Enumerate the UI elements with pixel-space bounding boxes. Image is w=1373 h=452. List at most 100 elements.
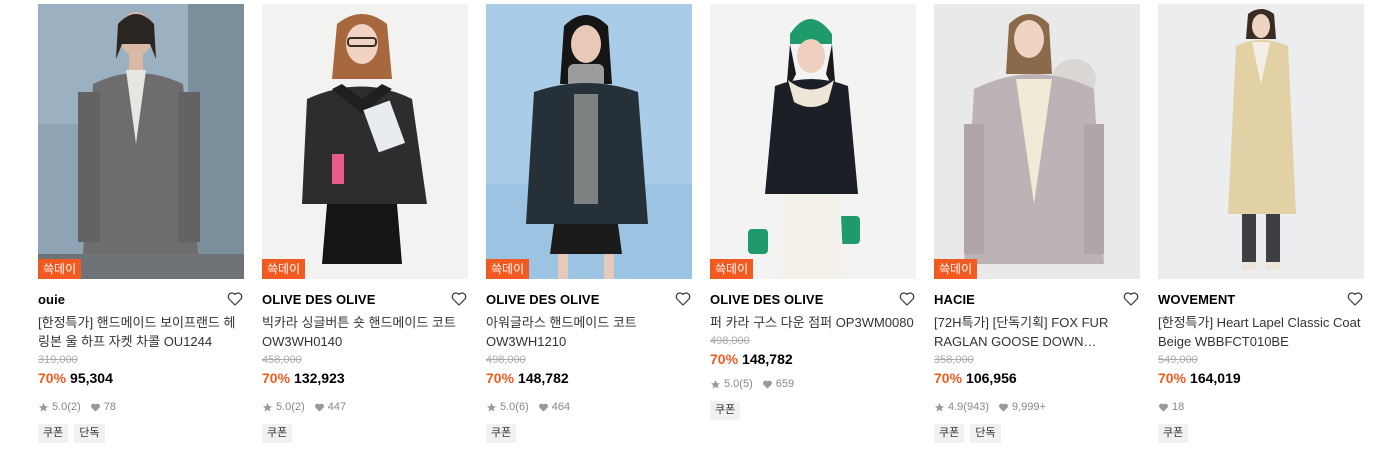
discount-rate: 70% (486, 370, 515, 386)
product-card[interactable]: 쓱데이 ouie [한정특가] 핸드메이드 보이프랜드 헤링본 울 하프 자켓 … (38, 4, 244, 443)
sale-price: 164,019 (1190, 370, 1241, 386)
product-image[interactable]: 쓱데이 (38, 4, 244, 279)
sale-price: 106,956 (966, 370, 1017, 386)
product-card[interactable]: WOVEMENT [한정특가] Heart Lapel Classic Coat… (1158, 4, 1364, 443)
tag-coupon: 쿠폰 (934, 424, 965, 443)
heart-filled-icon (538, 403, 548, 412)
like-group: 447 (314, 401, 346, 413)
product-image[interactable]: 쓱데이 (486, 4, 692, 279)
product-title[interactable]: 빅카라 싱글버튼 숏 핸드메이드 코트 OW3WH0140 (262, 313, 468, 351)
product-meta: 18 (1158, 400, 1364, 414)
rating-value: 4.9 (948, 401, 964, 413)
brand-name[interactable]: ouie (38, 292, 65, 307)
original-price: 458,000 (262, 354, 302, 366)
discount-rate: 70% (934, 370, 963, 386)
original-price: 498,000 (710, 335, 750, 347)
heart-outline-icon[interactable] (898, 290, 916, 308)
star-icon (262, 402, 273, 412)
heart-outline-icon[interactable] (1346, 290, 1364, 308)
heart-filled-icon (90, 403, 100, 412)
tag-list: 쿠폰 (486, 424, 692, 443)
brand-name[interactable]: OLIVE DES OLIVE (710, 292, 823, 307)
rating-value: 5.0 (724, 378, 740, 390)
rating-value: 5.0 (500, 401, 516, 413)
event-badge: 쓱데이 (486, 259, 530, 279)
rating-group: 4.9 (943) (934, 401, 989, 413)
product-card[interactable]: 쓱데이 OLIVE DES OLIVE 아워글라스 핸드메이드 코트 OW3WH… (486, 4, 692, 443)
heart-outline-icon[interactable] (226, 290, 244, 308)
tag-exclusive: 단독 (970, 424, 1001, 443)
product-image[interactable] (1158, 4, 1364, 279)
review-count: (6) (515, 401, 529, 413)
brand-name[interactable]: WOVEMENT (1158, 292, 1235, 307)
like-group: 78 (90, 401, 116, 413)
like-count: 447 (327, 401, 347, 413)
heart-filled-icon (762, 380, 772, 389)
review-count: (2) (291, 401, 305, 413)
brand-name[interactable]: OLIVE DES OLIVE (262, 292, 375, 307)
like-count: 659 (775, 378, 795, 390)
like-count: 464 (551, 401, 571, 413)
product-meta: 5.0 (2) 78 (38, 400, 244, 414)
product-title[interactable]: 아워글라스 핸드메이드 코트 OW3WH1210 (486, 313, 692, 351)
rating-group: 5.0 (2) (262, 401, 305, 413)
product-image[interactable]: 쓱데이 (934, 4, 1140, 279)
heart-filled-icon (1159, 403, 1168, 412)
price-row: 70% 164,019 (1158, 370, 1364, 387)
like-group: 464 (538, 401, 570, 413)
tag-coupon: 쿠폰 (262, 424, 293, 443)
sale-price: 148,782 (518, 370, 569, 386)
price-row: 70% 95,304 (38, 370, 244, 387)
price-row: 70% 148,782 (710, 351, 916, 368)
rating-group: 5.0 (6) (486, 401, 529, 413)
review-count: (943) (963, 401, 989, 413)
tag-list: 쿠폰 (1158, 424, 1364, 443)
heart-outline-icon[interactable] (1122, 290, 1140, 308)
heart-outline-icon[interactable] (450, 290, 468, 308)
product-card[interactable]: 쓱데이 OLIVE DES OLIVE 빅카라 싱글버튼 숏 핸드메이드 코트 … (262, 4, 468, 443)
price-row: 70% 132,923 (262, 370, 468, 387)
product-title[interactable]: 퍼 카라 구스 다운 점퍼 OP3WM0080 (710, 313, 916, 332)
tag-exclusive: 단독 (74, 424, 105, 443)
product-title[interactable]: [한정특가] Heart Lapel Classic Coat Beige WB… (1158, 313, 1364, 351)
rating-group: 5.0 (5) (710, 378, 753, 390)
original-price: 498,000 (486, 354, 526, 366)
heart-outline-icon[interactable] (674, 290, 692, 308)
like-count: 18 (1172, 401, 1185, 413)
original-price: 549,000 (1158, 354, 1198, 366)
discount-rate: 70% (1158, 370, 1187, 386)
price-row: 70% 106,956 (934, 370, 1140, 387)
price-row: 70% 148,782 (486, 370, 692, 387)
product-card[interactable]: 쓱데이 OLIVE DES OLIVE 퍼 카라 구스 다운 점퍼 OP3WM0… (710, 4, 916, 443)
star-icon (710, 379, 721, 389)
tag-coupon: 쿠폰 (38, 424, 69, 443)
product-image[interactable]: 쓱데이 (262, 4, 468, 279)
product-meta: 5.0 (6) 464 (486, 400, 692, 414)
tag-list: 쿠폰 (710, 401, 916, 420)
event-badge: 쓱데이 (38, 259, 82, 279)
original-price: 319,000 (38, 354, 78, 366)
tag-coupon: 쿠폰 (1158, 424, 1189, 443)
product-grid: 쓱데이 ouie [한정특가] 핸드메이드 보이프랜드 헤링본 울 하프 자켓 … (38, 4, 1364, 443)
product-meta: 4.9 (943) 9,999+ (934, 400, 1140, 414)
star-icon (934, 402, 945, 412)
original-price: 358,000 (934, 354, 974, 366)
tag-list: 쿠폰 (262, 424, 468, 443)
heart-filled-icon (999, 403, 1008, 412)
brand-name[interactable]: HACIE (934, 292, 975, 307)
like-count: 9,999+ (1011, 401, 1046, 413)
like-count: 78 (103, 401, 116, 413)
rating-value: 5.0 (276, 401, 292, 413)
event-badge: 쓱데이 (262, 259, 306, 279)
discount-rate: 70% (38, 370, 67, 386)
product-meta: 5.0 (5) 659 (710, 377, 916, 391)
sale-price: 95,304 (70, 370, 113, 386)
tag-coupon: 쿠폰 (486, 424, 517, 443)
product-card[interactable]: 쓱데이 HACIE [72H특가] [단독기획] FOX FUR RAGLAN … (934, 4, 1140, 443)
product-meta: 5.0 (2) 447 (262, 400, 468, 414)
product-image[interactable]: 쓱데이 (710, 4, 916, 279)
product-title[interactable]: [한정특가] 핸드메이드 보이프랜드 헤링본 울 하프 자켓 차콜 OU1244 (38, 313, 244, 351)
product-title[interactable]: [72H특가] [단독기획] FOX FUR RAGLAN GOOSE DOWN… (934, 313, 1140, 351)
brand-name[interactable]: OLIVE DES OLIVE (486, 292, 599, 307)
tag-list: 쿠폰 단독 (934, 424, 1140, 443)
